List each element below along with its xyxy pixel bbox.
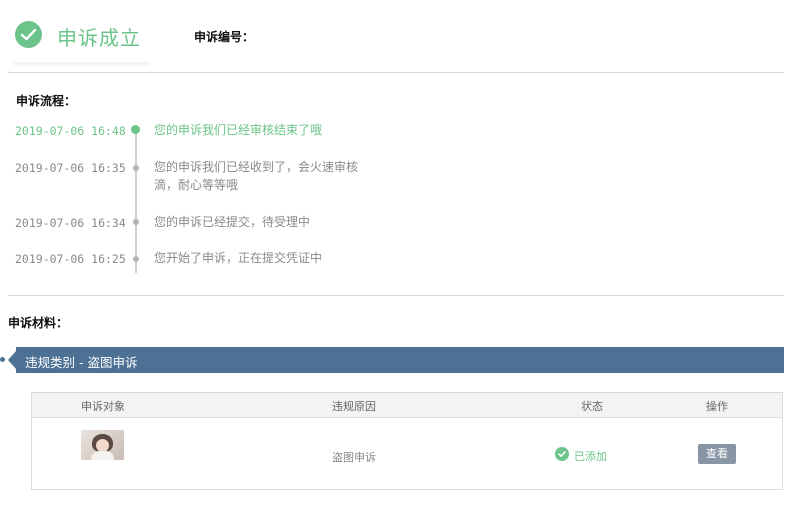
complaint-number-label: 申诉编号： <box>194 30 255 44</box>
process-section-label: 申诉流程： <box>16 94 77 108</box>
step-time: 2019-07-06 16:48 <box>15 124 126 138</box>
status-text: 已添加 <box>574 450 607 463</box>
step-time: 2019-07-06 16:25 <box>15 252 126 266</box>
column-header-target: 申诉对象 <box>81 400 125 413</box>
complaint-target-thumbnail[interactable] <box>81 430 124 460</box>
check-circle-icon <box>15 21 42 48</box>
banner-notch <box>8 351 16 369</box>
divider <box>8 295 784 296</box>
materials-section-label: 申诉材料： <box>8 316 69 330</box>
step-time: 2019-07-06 16:35 <box>15 161 126 175</box>
violation-category-banner: 违规类别 - 盗图申诉 <box>16 347 784 373</box>
view-button[interactable]: 查看 <box>698 444 736 464</box>
column-header-action: 操作 <box>706 400 728 413</box>
page-title: 申诉成立 <box>57 26 141 50</box>
step-text: 您开始了申诉，正在提交凭证中 <box>154 251 323 265</box>
materials-table: 申诉对象 违规原因 状态 操作 盗图申诉 已添加 查看 <box>31 392 783 490</box>
step-text: 您的申诉我们已经审核结束了哦 <box>154 123 323 137</box>
violation-reason: 盗图申诉 <box>332 451 376 464</box>
banner-text: 违规类别 - 盗图申诉 <box>25 355 138 370</box>
step-text: 您的申诉已经提交，待受理中 <box>154 215 311 229</box>
column-header-reason: 违规原因 <box>332 400 376 413</box>
divider <box>8 72 784 73</box>
timeline-dot-icon <box>133 219 139 225</box>
header-shadow <box>14 62 150 68</box>
step-time: 2019-07-06 16:34 <box>15 216 126 230</box>
banner-dot <box>0 357 5 362</box>
table-header: 申诉对象 违规原因 状态 操作 <box>32 393 782 418</box>
column-header-status: 状态 <box>581 400 603 413</box>
timeline-line <box>135 133 137 273</box>
step-text-line2: 滴，耐心等等哦 <box>154 178 239 192</box>
step-text-line1: 您的申诉我们已经收到了，会火速审核 <box>154 160 359 174</box>
timeline-dot-icon <box>131 125 140 134</box>
timeline-dot-icon <box>133 165 139 171</box>
timeline-dot-icon <box>133 256 139 262</box>
status-check-icon <box>555 447 569 461</box>
